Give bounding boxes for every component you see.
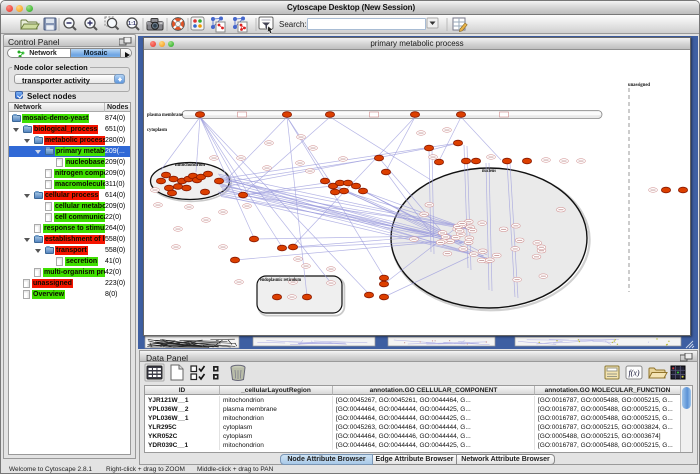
svg-text:cytoplasm: cytoplasm bbox=[147, 128, 168, 133]
svg-text:mitochondrion: mitochondrion bbox=[175, 163, 205, 168]
svg-text:endoplasmic reticulum: endoplasmic reticulum bbox=[260, 278, 302, 283]
svg-text:1:1: 1:1 bbox=[128, 21, 136, 27]
svg-text:plasma membrane: plasma membrane bbox=[147, 113, 184, 118]
svg-text:f(x): f(x) bbox=[628, 369, 639, 378]
svg-text:nucleus: nucleus bbox=[482, 169, 496, 174]
svg-text:unassigned: unassigned bbox=[628, 83, 650, 88]
